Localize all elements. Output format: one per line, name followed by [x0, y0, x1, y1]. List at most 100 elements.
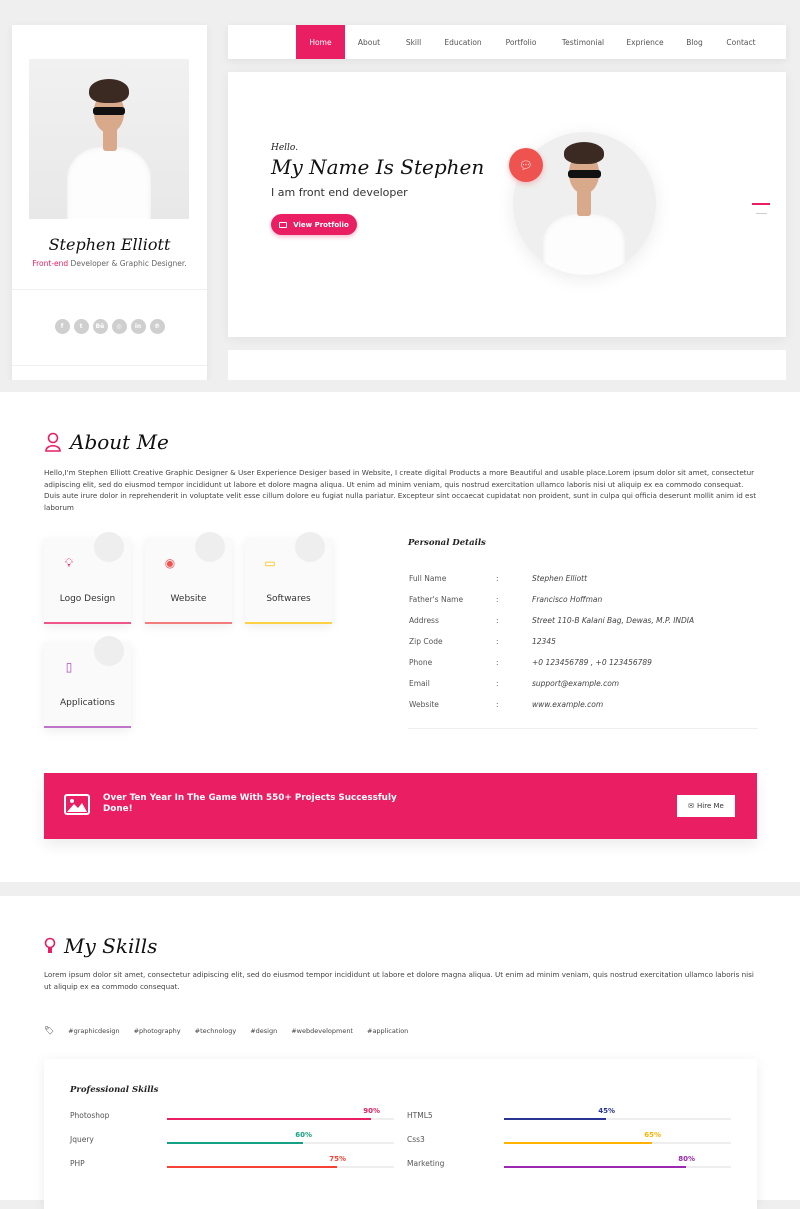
main-nav: Home About Skill Education Portfolio Testimon…	[228, 25, 786, 59]
detail-row: Full Name: Stephen Elliott	[409, 574, 759, 586]
hero-subtitle: I am front end developer	[271, 186, 408, 199]
service-label: Applications	[60, 698, 115, 708]
envelope-icon: ✉	[688, 802, 695, 810]
about-heading: About Me	[44, 430, 169, 454]
skill-track: 80%	[504, 1155, 731, 1168]
detail-separator: :	[496, 595, 499, 604]
nav-portfolio[interactable]: Portfolio	[492, 25, 550, 59]
skill-percent: 45%	[598, 1107, 615, 1115]
detail-value: Stephen Elliott	[532, 574, 588, 583]
service-label: Softwares	[266, 594, 311, 604]
tag-link[interactable]: #photography	[134, 1027, 181, 1035]
profile-card: Stephen Elliott Front-end Developer & Gr…	[12, 25, 207, 380]
chat-bubble-button[interactable]: 💬︎	[509, 148, 543, 182]
skill-name: Photoshop	[70, 1111, 110, 1120]
skill-track: 90%	[167, 1107, 394, 1120]
tag-link[interactable]: #webdevelopment	[291, 1027, 353, 1035]
skill-percent: 80%	[678, 1155, 695, 1163]
detail-separator: :	[496, 616, 499, 625]
nav-home[interactable]: Home	[296, 25, 345, 59]
detail-separator: :	[496, 574, 499, 583]
nav-education[interactable]: Education	[434, 25, 492, 59]
next-card	[228, 350, 786, 380]
professional-skills-card: Professional Skills Photoshop 90% Jquery 60…	[44, 1059, 757, 1209]
view-portfolio-button[interactable]: View Protfolio	[271, 214, 357, 235]
skill-fill	[167, 1142, 303, 1144]
slider-dot-active[interactable]	[752, 203, 770, 205]
instagram-icon[interactable]: ◎	[111, 319, 127, 334]
skill-row: Marketing 80%	[407, 1155, 737, 1175]
profile-photo	[29, 59, 189, 219]
linkedin-icon[interactable]: in	[130, 319, 146, 334]
personal-details-title: Personal Details	[408, 538, 486, 548]
skill-track: 75%	[167, 1155, 394, 1168]
skill-row: Css3 65%	[407, 1131, 737, 1151]
service-underline	[145, 622, 232, 624]
skill-percent: 60%	[295, 1131, 312, 1139]
hero-card: Hello. My Name Is Stephen I am front end…	[228, 72, 786, 337]
skill-row: PHP 75%	[70, 1155, 400, 1175]
service-underline	[44, 622, 131, 624]
service-underline	[245, 622, 332, 624]
lightbulb-icon	[44, 937, 56, 953]
nav-testimonial[interactable]: Testimonial	[550, 25, 616, 59]
skill-fill	[504, 1118, 606, 1120]
skill-fill	[504, 1166, 686, 1168]
twitter-icon[interactable]: t	[73, 319, 89, 334]
banner-text: Over Ten Year In The Game With 550+ Proj…	[103, 793, 397, 814]
service-underline	[44, 726, 131, 728]
nav-about[interactable]: About	[345, 25, 393, 59]
skill-name: Marketing	[407, 1159, 445, 1168]
skills-heading: My Skills	[44, 934, 157, 958]
detail-key: Email	[409, 679, 430, 688]
detail-value: Street 110-B Kalani Bag, Dewas, M.P. IND…	[532, 616, 695, 625]
skill-fill	[504, 1142, 652, 1144]
skill-name: Jquery	[70, 1135, 94, 1144]
detail-row: Phone: +0 123456789 , +0 123456789	[409, 658, 759, 670]
skill-name: PHP	[70, 1159, 85, 1168]
service-card[interactable]: ▯ Applications	[44, 636, 131, 728]
behance-icon[interactable]: Bē	[92, 319, 108, 334]
service-card[interactable]: ◉ Website	[145, 532, 232, 624]
lightbulb-icon: 💡︎	[64, 555, 74, 570]
nav-blog[interactable]: Blog	[674, 25, 715, 59]
nav-contact[interactable]: Contact	[715, 25, 767, 59]
detail-separator: :	[496, 700, 499, 709]
profile-role: Front-end Developer & Graphic Designer.	[32, 259, 187, 268]
nav-skill[interactable]: Skill	[393, 25, 434, 59]
service-card[interactable]: 💡︎ Logo Design	[44, 532, 131, 624]
detail-key: Address	[409, 616, 439, 625]
detail-value[interactable]: www.example.com	[532, 700, 603, 709]
divider	[12, 365, 207, 366]
mobile-icon: ▯	[65, 660, 73, 674]
detail-value[interactable]: support@example.com	[532, 679, 619, 688]
image-icon	[64, 794, 90, 815]
service-card[interactable]: ▭ Softwares	[245, 532, 332, 624]
decor	[295, 532, 325, 562]
divider	[408, 728, 758, 729]
skill-fill	[167, 1166, 337, 1168]
detail-row: Father's Name: Francisco Hoffman	[409, 595, 759, 607]
facebook-icon[interactable]: f	[54, 319, 70, 334]
nav-exprience[interactable]: Exprience	[616, 25, 674, 59]
tag-link[interactable]: #application	[367, 1027, 408, 1035]
detail-separator: :	[496, 679, 499, 688]
hire-me-button[interactable]: ✉ Hire Me	[677, 795, 735, 817]
pinterest-icon[interactable]: ℗	[149, 319, 165, 334]
slider-dot[interactable]	[756, 213, 767, 214]
skill-fill	[167, 1118, 371, 1120]
monitor-icon: ▭	[264, 556, 276, 570]
tag-link[interactable]: #graphicdesign	[68, 1027, 119, 1035]
detail-row: Website: www.example.com	[409, 700, 759, 712]
tags-icon: 🏷︎	[44, 1026, 55, 1035]
professional-skills-title: Professional Skills	[70, 1085, 159, 1095]
detail-key: Father's Name	[409, 595, 464, 604]
divider	[12, 289, 207, 290]
tag-link[interactable]: #design	[250, 1027, 277, 1035]
decor	[94, 636, 124, 666]
user-icon	[45, 432, 61, 452]
skills-section: My Skills Lorem ipsum dolor sit amet, co…	[0, 896, 800, 1209]
hire-banner: Over Ten Year In The Game With 550+ Proj…	[44, 773, 757, 839]
tag-link[interactable]: #technology	[195, 1027, 237, 1035]
detail-row: Zip Code: 12345	[409, 637, 759, 649]
